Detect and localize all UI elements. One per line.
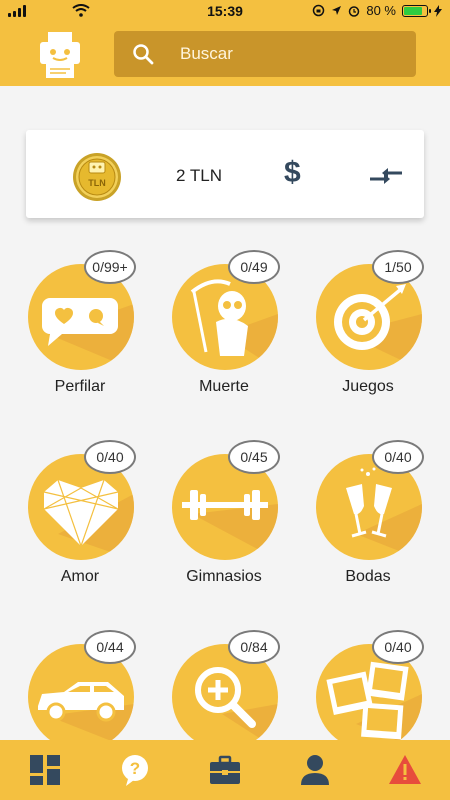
- app-header: Buscar: [0, 22, 450, 86]
- coin-icon: TLN: [73, 153, 121, 201]
- nav-briefcase[interactable]: [203, 748, 247, 792]
- category-label[interactable]: Juegos: [298, 378, 438, 396]
- category-amor[interactable]: 0/40 Amor: [10, 440, 150, 600]
- printer-logo-icon[interactable]: [38, 30, 82, 80]
- search-bar[interactable]: Buscar: [114, 31, 416, 77]
- category-juegos[interactable]: 1/50 Juegos: [298, 250, 438, 410]
- category-count-badge: 0/40: [372, 440, 424, 474]
- category-count-badge: 0/99+: [84, 250, 136, 284]
- battery-icon: [402, 4, 431, 17]
- help-bubble-icon[interactable]: ?: [118, 753, 152, 787]
- status-right: 80 %: [312, 3, 442, 18]
- category-label[interactable]: Muerte: [154, 378, 294, 396]
- charging-icon: [434, 4, 442, 17]
- category-gimnasios[interactable]: 0/45 Gimnasios: [154, 440, 294, 600]
- coin-text: TLN: [88, 178, 106, 188]
- category-count-badge: 0/40: [372, 630, 424, 664]
- dashboard-icon[interactable]: [28, 753, 62, 787]
- alarm-icon: [349, 5, 360, 17]
- location-icon: [332, 6, 342, 15]
- category-muerte[interactable]: 0/49 Muerte: [154, 250, 294, 410]
- wallet-card: TLN 2 TLN $: [26, 130, 424, 218]
- rotation-lock-icon: [313, 4, 325, 17]
- balance-text: 2 TLN: [176, 166, 222, 185]
- category-count-badge: 1/50: [372, 250, 424, 284]
- category-count-badge: 0/40: [84, 440, 136, 474]
- nav-dashboard[interactable]: [23, 748, 67, 792]
- category-count-badge: 0/44: [84, 630, 136, 664]
- user-icon[interactable]: [298, 753, 332, 787]
- battery-percent: 80 %: [366, 3, 396, 18]
- buy-currency-button[interactable]: $: [284, 156, 301, 190]
- briefcase-icon[interactable]: [208, 753, 242, 787]
- category-label[interactable]: Gimnasios: [154, 568, 294, 586]
- category-label[interactable]: Bodas: [298, 568, 438, 586]
- category-bodas[interactable]: 0/40 Bodas: [298, 440, 438, 600]
- battery-level: [404, 6, 422, 15]
- exchange-icon[interactable]: [368, 162, 404, 190]
- nav-help[interactable]: ?: [113, 748, 157, 792]
- category-label[interactable]: Perfilar: [10, 378, 150, 396]
- category-count-badge: 0/49: [228, 250, 280, 284]
- search-placeholder[interactable]: Buscar: [180, 44, 233, 64]
- warning-icon[interactable]: [388, 753, 422, 787]
- status-bar: 15:39 80 %: [0, 0, 450, 22]
- category-perfilar[interactable]: 0/99+ Perfilar: [10, 250, 150, 410]
- category-count-badge: 0/84: [228, 630, 280, 664]
- category-count-badge: 0/45: [228, 440, 280, 474]
- svg-text:?: ?: [130, 759, 140, 778]
- search-icon[interactable]: [132, 43, 154, 65]
- nav-profile[interactable]: [293, 748, 337, 792]
- category-label[interactable]: Amor: [10, 568, 150, 586]
- bottom-nav: ?: [0, 740, 450, 800]
- nav-alerts[interactable]: [383, 748, 427, 792]
